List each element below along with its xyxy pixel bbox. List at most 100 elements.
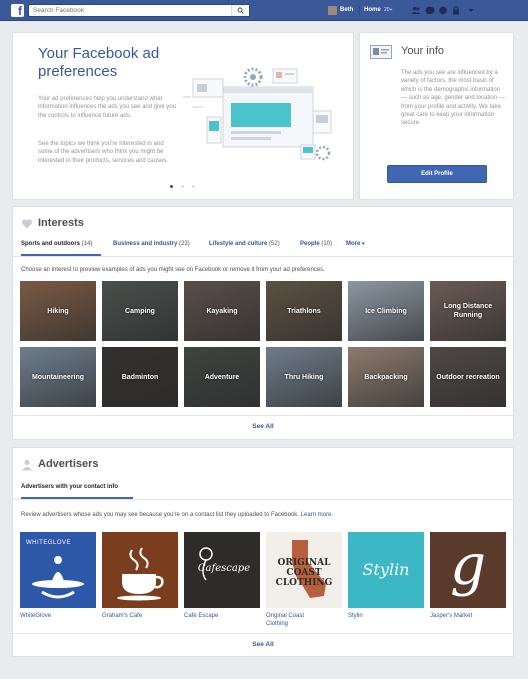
advertisers-description-text: Review advertisers whose ads you may see… bbox=[21, 512, 299, 518]
advertiser-tile-jaspers-market[interactable]: g bbox=[430, 532, 506, 608]
advertiser-name[interactable]: Cafe Escape bbox=[184, 612, 260, 620]
page-title: Your Facebook ad preferences bbox=[38, 45, 160, 80]
interest-tile-badminton[interactable]: Badminton bbox=[102, 347, 178, 407]
interest-tile-label: Thru Hiking bbox=[284, 373, 324, 381]
interest-tile-camping[interactable]: Camping bbox=[102, 281, 178, 341]
advertiser-tile-grahams-cafe[interactable] bbox=[102, 532, 178, 608]
advertisers-section: Advertisers Advertisers with your contac… bbox=[12, 447, 514, 657]
interest-tile-outdoor-recreation[interactable]: Outdoor recreation bbox=[430, 347, 506, 407]
person-icon bbox=[22, 460, 32, 471]
interest-tile-long-distance-running[interactable]: Long Distance Running bbox=[430, 281, 506, 341]
friends-icon[interactable] bbox=[411, 6, 421, 15]
interest-tile-kayaking[interactable]: Kayaking bbox=[184, 281, 260, 341]
tab-label: People bbox=[300, 241, 320, 247]
interest-tile-label: Adventure bbox=[204, 373, 240, 381]
your-info-card: Your info The ads you see are influenced… bbox=[359, 32, 514, 200]
home-link[interactable]: Home bbox=[364, 7, 381, 13]
avatar[interactable] bbox=[328, 6, 337, 15]
nav-divider bbox=[359, 6, 360, 15]
tab-advertisers-with-contact-info[interactable]: Advertisers with your contact info bbox=[21, 484, 118, 490]
search-button[interactable] bbox=[231, 5, 249, 16]
interest-tile-label: Camping bbox=[125, 307, 155, 315]
interest-tile-thru-hiking[interactable]: Thru Hiking bbox=[266, 347, 342, 407]
hero-paragraph-2: See the topics we think you're intereste… bbox=[38, 141, 169, 164]
advertiser-tile-whiteglove[interactable]: WHITEGLOVE bbox=[20, 532, 96, 608]
tab-label: More bbox=[346, 241, 361, 247]
coffee-cup-logo-icon bbox=[117, 547, 164, 601]
tab-lifestyle-and-culture[interactable]: Lifestyle and culture (52) bbox=[209, 241, 280, 247]
interest-tile-mountaineering[interactable]: Mountaineering bbox=[20, 347, 96, 407]
advertisers-title: Advertisers bbox=[38, 458, 99, 470]
advertisers-description: Review advertisers whose ads you may see… bbox=[21, 512, 333, 518]
stylin-logo-text: Stylin bbox=[362, 560, 410, 579]
advertiser-tile-stylin[interactable]: Stylin bbox=[348, 532, 424, 608]
interests-description: Choose an interest to preview examples o… bbox=[21, 267, 325, 273]
interest-tile-label: Badminton bbox=[121, 373, 159, 381]
waiter-tray-logo-icon bbox=[32, 556, 84, 599]
interest-tile-label: Kayaking bbox=[206, 307, 238, 315]
interest-tile-label: Long Distance Running bbox=[443, 303, 493, 319]
carousel-dot[interactable] bbox=[170, 185, 173, 188]
your-info-paragraph: The ads you see are influenced by a vari… bbox=[401, 70, 505, 127]
facebook-logo-icon[interactable]: f bbox=[11, 4, 24, 17]
original-coast-clothing-logo-text: ORIGINAL COAST CLOTHING bbox=[275, 558, 333, 588]
divider bbox=[13, 633, 513, 634]
tab-sports-and-outdoors[interactable]: Sports and outdoors (14) bbox=[21, 241, 92, 247]
divider bbox=[13, 256, 513, 257]
interest-tile-label: Ice Climbing bbox=[365, 307, 407, 315]
learn-more-link[interactable]: Learn more. bbox=[301, 512, 333, 518]
carousel-dot[interactable] bbox=[181, 185, 184, 188]
interest-tile-label: Hiking bbox=[47, 307, 69, 315]
advertiser-name[interactable]: Graham's Cafe bbox=[102, 612, 178, 620]
advertiser-tile-original-coast-clothing[interactable]: ORIGINAL COAST CLOTHING bbox=[266, 532, 342, 608]
hero-paragraph-1: Your ad preferences help you understand … bbox=[38, 96, 177, 119]
tab-people[interactable]: People (10) bbox=[300, 241, 332, 247]
tab-count: (10) bbox=[321, 241, 333, 247]
interest-tile-label: Outdoor recreation bbox=[436, 373, 500, 381]
advertiser-name[interactable]: Original Coast Clothing bbox=[266, 612, 326, 628]
interest-tile-label: Mountaineering bbox=[31, 373, 85, 381]
search-input[interactable] bbox=[29, 5, 229, 16]
ad-preferences-illustration bbox=[183, 67, 332, 161]
tab-business-and-industry[interactable]: Business and industry (23) bbox=[113, 241, 190, 247]
heart-icon bbox=[21, 219, 33, 229]
privacy-icon[interactable] bbox=[451, 6, 461, 15]
your-info-title: Your info bbox=[401, 45, 445, 57]
messages-icon[interactable] bbox=[425, 6, 435, 15]
chevron-down-icon: ▾ bbox=[362, 241, 365, 247]
advertiser-name[interactable]: Jasper's Market bbox=[430, 612, 506, 620]
tab-count: (23) bbox=[179, 241, 190, 247]
top-nav-bar: f Beth Home 20+ bbox=[0, 0, 528, 21]
interest-tile-triathlons[interactable]: Triathlons bbox=[266, 281, 342, 341]
interest-tile-adventure[interactable]: Adventure bbox=[184, 347, 260, 407]
tab-more[interactable]: More ▾ bbox=[346, 241, 365, 247]
advertiser-name[interactable]: Stylin bbox=[348, 612, 424, 620]
interests-title: Interests bbox=[38, 217, 84, 229]
tab-count: (14) bbox=[81, 241, 93, 247]
cafe-escape-logo-text: Cafescape bbox=[197, 563, 251, 574]
jaspers-market-logo-text: g bbox=[450, 533, 486, 598]
interest-tile-hiking[interactable]: Hiking bbox=[20, 281, 96, 341]
edit-profile-button[interactable]: Edit Profile bbox=[387, 165, 487, 183]
interest-tile-ice-climbing[interactable]: Ice Climbing bbox=[348, 281, 424, 341]
tab-count: (52) bbox=[269, 241, 280, 247]
notifications-icon[interactable] bbox=[438, 6, 448, 15]
carousel-dots bbox=[169, 185, 199, 191]
advertisers-see-all-link[interactable]: See All bbox=[13, 641, 513, 648]
settings-icon[interactable] bbox=[466, 6, 476, 15]
divider bbox=[13, 415, 513, 416]
advertiser-name[interactable]: WhiteGlove bbox=[20, 612, 96, 620]
interest-tile-backpacking[interactable]: Backpacking bbox=[348, 347, 424, 407]
carousel-dot[interactable] bbox=[192, 185, 195, 188]
profile-link[interactable]: Beth bbox=[340, 7, 353, 13]
interests-see-all-link[interactable]: See All bbox=[13, 423, 513, 430]
advertiser-tile-cafe-escape[interactable]: Cafescape bbox=[184, 532, 260, 608]
search-box[interactable] bbox=[28, 4, 250, 17]
interest-tile-label: Triathlons bbox=[287, 307, 321, 315]
tab-label: Business and industry bbox=[113, 241, 178, 247]
home-count-badge: 20+ bbox=[384, 7, 393, 13]
divider bbox=[13, 499, 513, 500]
ad-preferences-hero-card: Your Facebook ad preferences Your ad pre… bbox=[12, 32, 354, 200]
interests-section: Interests Sports and outdoors (14) Busin… bbox=[12, 206, 514, 440]
interest-tile-label: Backpacking bbox=[364, 373, 408, 381]
